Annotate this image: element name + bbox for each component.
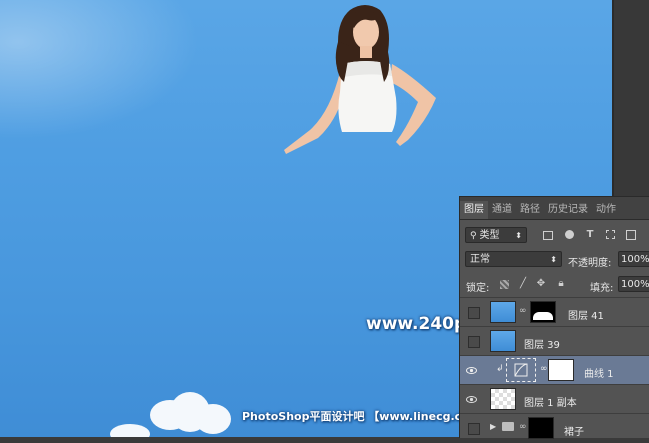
- adjustment-filter-icon[interactable]: [565, 230, 574, 239]
- pixel-filter-icon[interactable]: [543, 231, 553, 240]
- curves-adjustment-icon: [506, 358, 536, 382]
- layer-filter-select[interactable]: ⚲ 类型 ⬍: [465, 227, 527, 243]
- cloud: [195, 404, 231, 434]
- chevron-updown-icon: ⬍: [515, 231, 522, 240]
- lock-transparent-icon[interactable]: [500, 280, 509, 289]
- folder-icon: [502, 422, 514, 431]
- layers-panel: 图层 通道 路径 历史记录 动作 ⚲ 类型 ⬍ T 正常 ⬍ 不透明度: 100% …: [459, 196, 649, 439]
- clip-arrow-icon: ↲: [496, 364, 504, 374]
- blend-mode-select[interactable]: 正常 ⬍: [465, 251, 562, 267]
- link-icon: ∞: [519, 306, 527, 316]
- layer-thumbnail: [490, 330, 516, 352]
- layer-name: 图层 41: [568, 311, 604, 322]
- opacity-label: 不透明度:: [568, 258, 612, 269]
- chevron-updown-icon: ⬍: [550, 255, 557, 264]
- sky-light-glow: [0, 0, 200, 140]
- smart-object-filter-icon[interactable]: [626, 230, 636, 240]
- woman-figure: [284, 5, 436, 154]
- shape-filter-icon[interactable]: [606, 230, 615, 239]
- cloud: [110, 424, 150, 437]
- fill-field[interactable]: 100%: [618, 276, 649, 292]
- layer-row-selected[interactable]: ↲ ∞ 曲线 1: [460, 355, 649, 385]
- link-icon: ∞: [519, 422, 527, 432]
- lock-brush-icon[interactable]: ╱: [518, 279, 528, 289]
- mask-thumbnail: [530, 301, 556, 323]
- tab-layers[interactable]: 图层: [460, 201, 488, 219]
- tab-history[interactable]: 历史记录: [544, 201, 592, 219]
- layer-name: 图层 39: [524, 340, 560, 351]
- layer-row[interactable]: 图层 39: [460, 326, 649, 356]
- eye-icon[interactable]: [466, 394, 477, 405]
- tab-channels[interactable]: 通道: [488, 201, 516, 219]
- panel-tabs: 图层 通道 路径 历史记录 动作: [460, 197, 649, 220]
- layer-group-row[interactable]: ▶ ∞ 裙子: [460, 413, 649, 443]
- lock-label: 锁定:: [466, 283, 490, 294]
- tab-paths[interactable]: 路径: [516, 201, 544, 219]
- fill-label: 填充:: [590, 283, 614, 294]
- layer-name: 曲线 1: [584, 369, 614, 380]
- layer-name: 裙子: [564, 427, 584, 438]
- tab-actions[interactable]: 动作: [592, 201, 620, 219]
- opacity-field[interactable]: 100%: [618, 251, 649, 267]
- visibility-toggle[interactable]: [468, 307, 480, 319]
- layer-row[interactable]: 图层 1 副本: [460, 384, 649, 414]
- eye-icon[interactable]: [466, 365, 477, 376]
- expand-arrow-icon[interactable]: ▶: [490, 422, 496, 431]
- layer-thumbnail: [490, 301, 516, 323]
- layer-thumbnail: [490, 388, 516, 410]
- lock-all-icon[interactable]: 🔒︎: [556, 279, 566, 289]
- visibility-toggle[interactable]: [468, 423, 480, 435]
- layer-row[interactable]: ∞ 图层 41: [460, 297, 649, 327]
- visibility-toggle[interactable]: [468, 336, 480, 348]
- mask-thumbnail: [548, 359, 574, 381]
- link-icon: ∞: [540, 364, 548, 374]
- mask-thumbnail: [528, 417, 554, 439]
- lock-move-icon[interactable]: ✥: [536, 279, 546, 289]
- type-filter-icon[interactable]: T: [585, 230, 595, 240]
- layer-name: 图层 1 副本: [524, 398, 577, 409]
